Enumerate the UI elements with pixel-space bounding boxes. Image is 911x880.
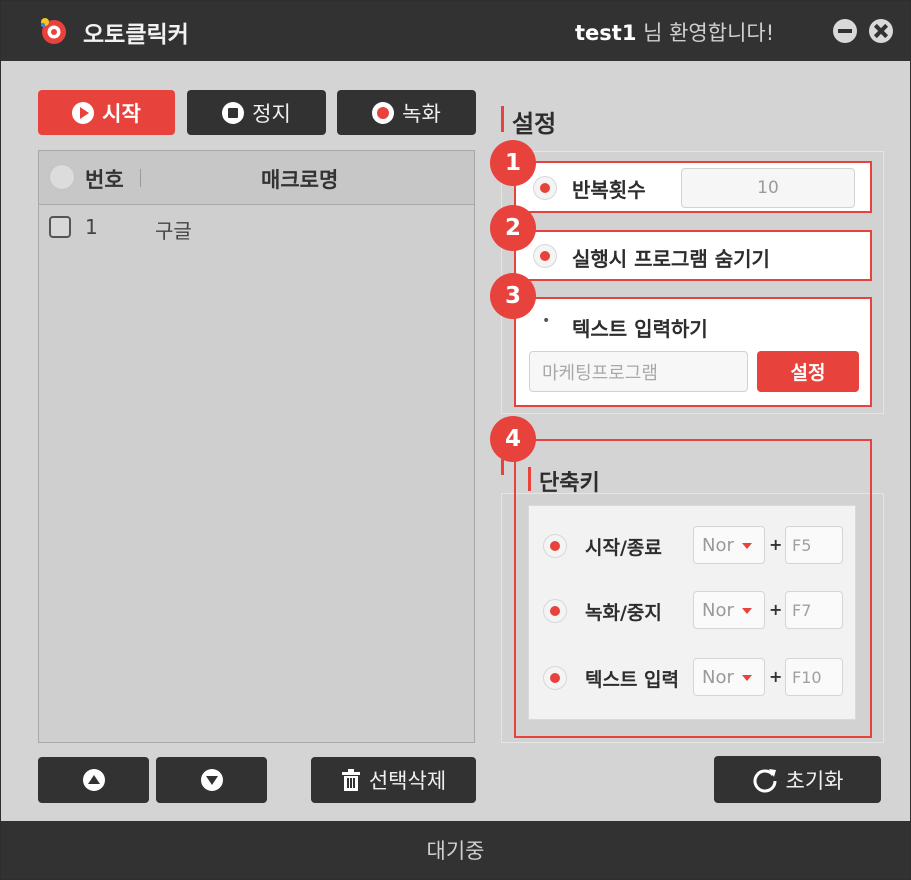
record-label: 녹화 bbox=[402, 101, 441, 126]
app-logo-icon bbox=[41, 18, 66, 44]
stop-label: 정지 bbox=[252, 101, 291, 126]
repeat-count-option[interactable]: 반복횟수 10 bbox=[514, 161, 872, 213]
text-input-label: 텍스트 입력하기 bbox=[572, 317, 708, 341]
stop-button[interactable]: 정지 bbox=[187, 90, 326, 135]
app-window: 오토클릭커 test1 님 환영합니다! 시작 정지 녹화 번호 매크로명 1 … bbox=[0, 0, 911, 880]
badge-3: 3 bbox=[490, 273, 536, 319]
arrow-down-icon bbox=[200, 769, 223, 791]
hide-program-option[interactable]: 실행시 프로그램 숨기기 bbox=[514, 230, 872, 281]
set-text-button[interactable]: 설정 bbox=[757, 351, 859, 392]
hotkey-title: 단축키 bbox=[539, 471, 600, 496]
delete-selected-button[interactable]: 선택삭제 bbox=[311, 757, 476, 803]
badge-1: 1 bbox=[490, 140, 536, 186]
settings-title-bar bbox=[501, 106, 504, 132]
refresh-icon bbox=[753, 768, 777, 792]
text-input-field[interactable]: 마케팅프로그램 bbox=[529, 351, 748, 392]
title-bar[interactable]: 오토클릭커 test1 님 환영합니다! bbox=[1, 1, 910, 61]
hide-program-radio[interactable] bbox=[533, 244, 557, 268]
macro-list[interactable]: 번호 매크로명 1 구글 bbox=[38, 150, 475, 743]
stop-icon bbox=[222, 101, 245, 124]
repeat-count-input[interactable]: 10 bbox=[681, 168, 855, 208]
badge-2: 2 bbox=[490, 205, 536, 251]
row-macro-name: 구글 bbox=[155, 219, 192, 243]
reset-button[interactable]: 초기화 bbox=[714, 756, 881, 803]
hotkey-start-modifier[interactable]: Nor bbox=[693, 526, 765, 564]
plus-sign: + bbox=[769, 535, 783, 554]
hotkey-start-key[interactable]: F5 bbox=[785, 526, 843, 564]
start-button[interactable]: 시작 bbox=[38, 90, 175, 135]
select-all-radio[interactable] bbox=[49, 164, 75, 190]
hotkey-title-bar bbox=[528, 467, 531, 491]
record-button[interactable]: 녹화 bbox=[337, 90, 476, 135]
hotkey-record-modifier[interactable]: Nor bbox=[693, 591, 765, 629]
table-row[interactable]: 1 구글 bbox=[39, 211, 474, 245]
status-bar: 대기중 bbox=[1, 821, 910, 879]
hotkey-text-radio[interactable] bbox=[543, 666, 567, 690]
column-divider bbox=[140, 169, 141, 187]
app-title: 오토클릭커 bbox=[83, 22, 189, 48]
hide-program-label: 실행시 프로그램 숨기기 bbox=[572, 247, 770, 271]
hotkey-record-radio[interactable] bbox=[543, 599, 567, 623]
hotkey-text-key[interactable]: F10 bbox=[785, 658, 843, 696]
hotkey-text-modifier[interactable]: Nor bbox=[693, 658, 765, 696]
move-down-button[interactable] bbox=[156, 757, 267, 803]
badge-4: 4 bbox=[490, 416, 536, 462]
hotkey-record-key[interactable]: F7 bbox=[785, 591, 843, 629]
repeat-radio[interactable] bbox=[533, 176, 557, 200]
hotkey-record-label: 녹화/중지 bbox=[585, 602, 662, 624]
play-icon bbox=[72, 101, 95, 124]
column-macro-name: 매크로명 bbox=[261, 168, 339, 192]
username: test1 bbox=[575, 21, 637, 45]
record-icon bbox=[372, 101, 395, 124]
text-input-option[interactable]: • 텍스트 입력하기 마케팅프로그램 설정 bbox=[514, 297, 872, 407]
status-text: 대기중 bbox=[426, 839, 485, 863]
hotkey-start-label: 시작/종료 bbox=[585, 537, 662, 559]
repeat-label: 반복횟수 bbox=[572, 178, 646, 202]
row-number: 1 bbox=[85, 215, 98, 239]
row-checkbox[interactable] bbox=[49, 216, 71, 238]
list-header: 번호 매크로명 bbox=[39, 151, 474, 205]
trash-icon bbox=[341, 769, 360, 791]
plus-sign: + bbox=[769, 600, 783, 619]
column-number: 번호 bbox=[85, 168, 124, 192]
arrow-up-icon bbox=[82, 769, 105, 791]
hotkey-text-label: 텍스트 입력 bbox=[585, 669, 680, 691]
hotkey-outer-bar bbox=[501, 459, 504, 475]
delete-selected-label: 선택삭제 bbox=[368, 769, 447, 793]
welcome-text: 님 환영합니다! bbox=[636, 21, 775, 45]
close-button[interactable] bbox=[869, 19, 893, 43]
start-label: 시작 bbox=[102, 101, 141, 126]
reset-label: 초기화 bbox=[785, 768, 844, 793]
welcome-message: test1 님 환영합니다! bbox=[575, 17, 774, 47]
settings-title: 설정 bbox=[512, 110, 557, 138]
minimize-button[interactable] bbox=[833, 19, 857, 43]
bullet-dot: • bbox=[542, 313, 551, 329]
plus-sign: + bbox=[769, 667, 783, 686]
hotkey-start-radio[interactable] bbox=[543, 534, 567, 558]
move-up-button[interactable] bbox=[38, 757, 149, 803]
